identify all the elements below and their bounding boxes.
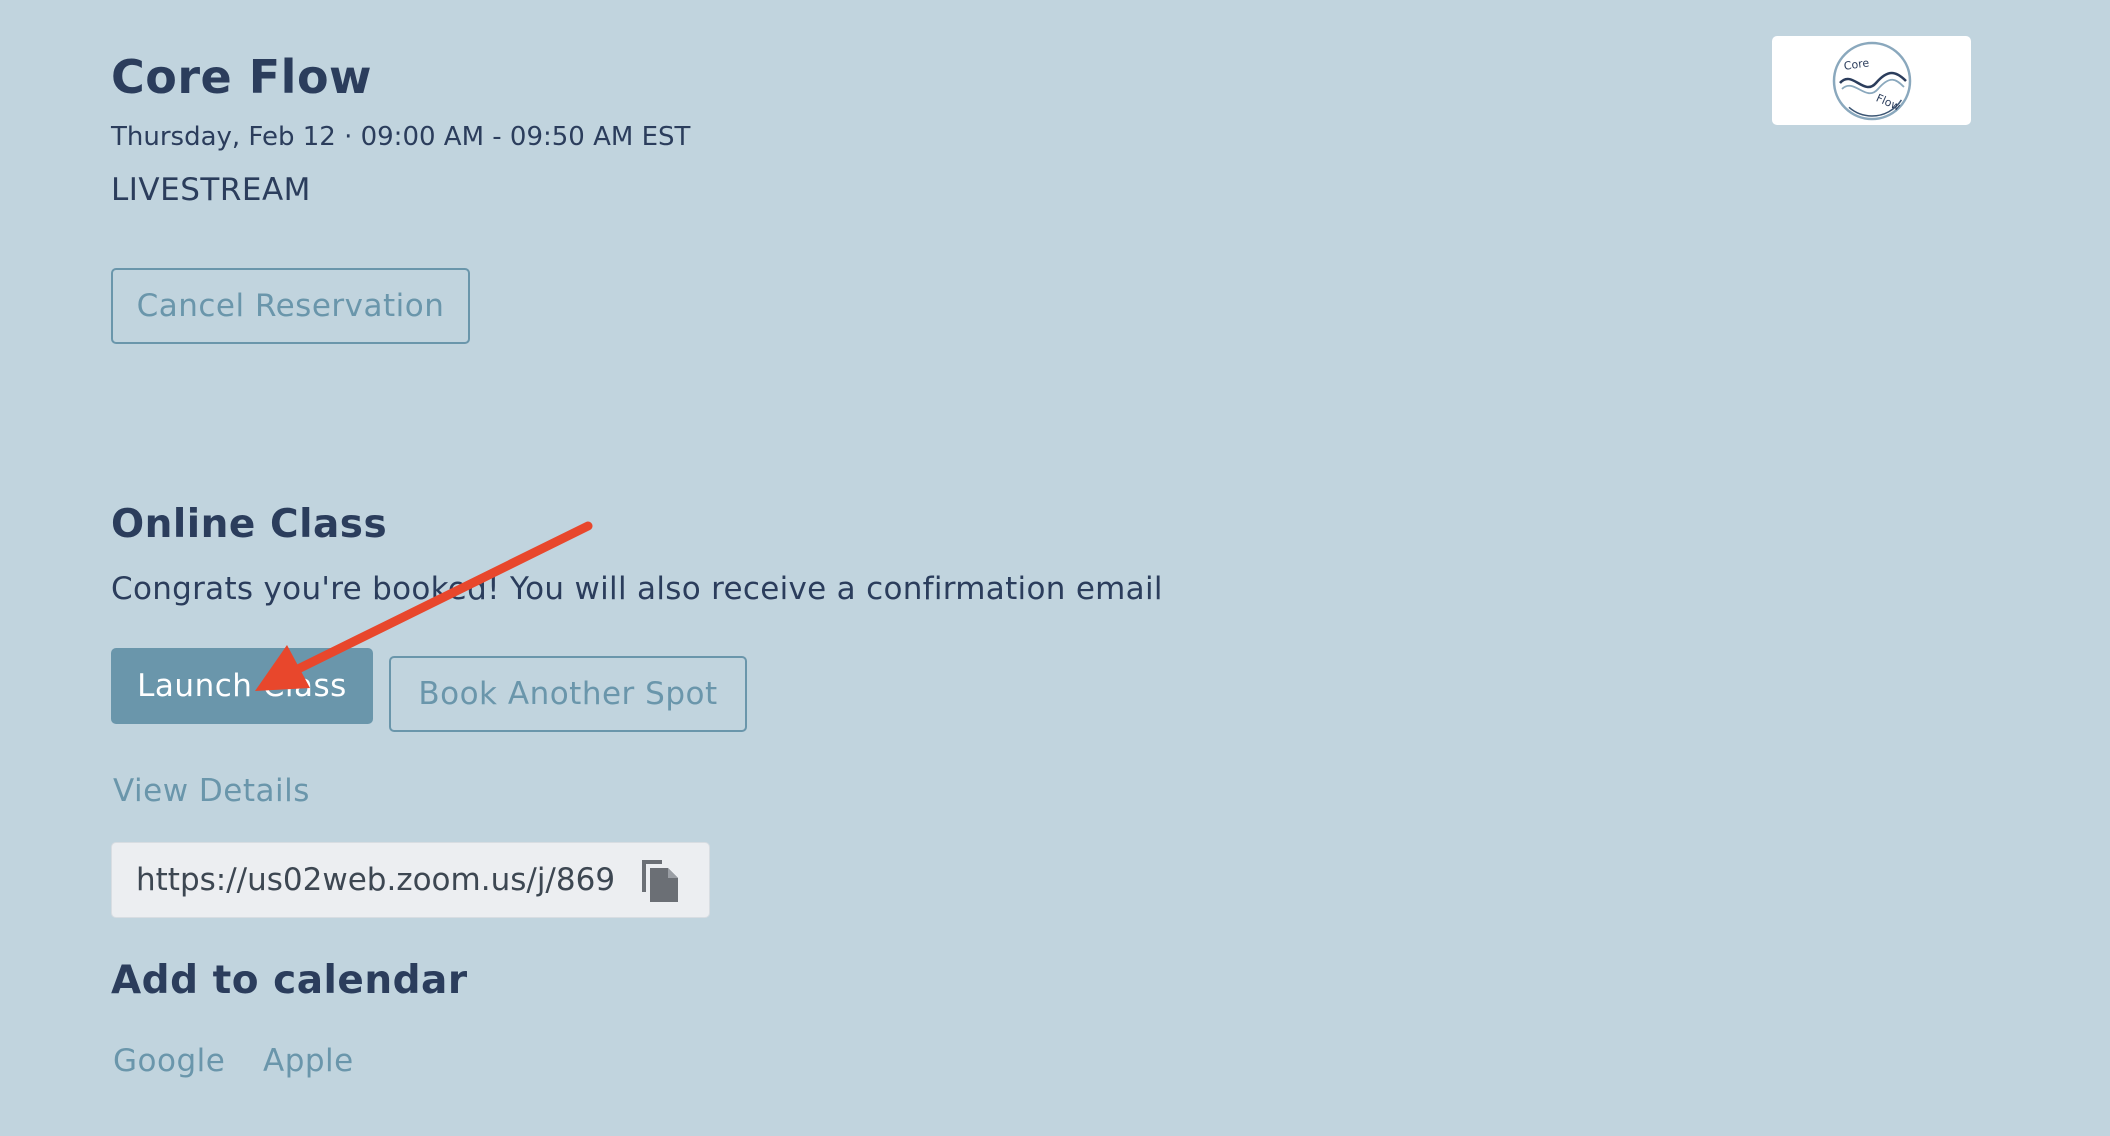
class-location: LIVESTREAM	[111, 172, 311, 208]
view-details-link[interactable]: View Details	[113, 773, 310, 809]
class-datetime: Thursday, Feb 12 · 09:00 AM - 09:50 AM E…	[111, 122, 691, 152]
online-class-heading: Online Class	[111, 502, 388, 547]
google-calendar-link[interactable]: Google	[113, 1043, 225, 1079]
reservation-page: Core Flow Thursday, Feb 12 · 09:00 AM - …	[0, 0, 2110, 1136]
add-to-calendar-heading: Add to calendar	[111, 958, 468, 1003]
meeting-url-field[interactable]: https://us02web.zoom.us/j/869	[111, 842, 710, 918]
copy-icon[interactable]	[638, 858, 682, 904]
class-title: Core Flow	[111, 50, 373, 104]
book-another-spot-button[interactable]: Book Another Spot	[389, 656, 747, 732]
booking-confirmation-message: Congrats you're booked! You will also re…	[111, 571, 1163, 607]
meeting-url-text[interactable]: https://us02web.zoom.us/j/869	[136, 843, 624, 917]
launch-class-button[interactable]: Launch Class	[111, 648, 373, 724]
core-flow-logo-icon: Core Flow	[1832, 41, 1911, 120]
cancel-reservation-button[interactable]: Cancel Reservation	[111, 268, 470, 344]
apple-calendar-link[interactable]: Apple	[263, 1043, 354, 1079]
studio-logo: Core Flow	[1772, 36, 1971, 125]
